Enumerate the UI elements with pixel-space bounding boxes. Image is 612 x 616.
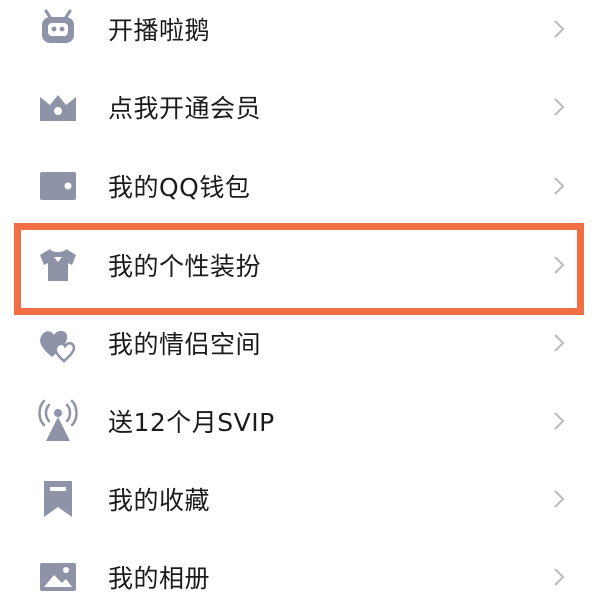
menu-item-label: 我的相册 [108,564,211,593]
chevron-right-icon [552,488,566,510]
double-heart-icon [36,321,80,365]
chevron-right-icon [552,332,566,354]
tshirt-icon [36,243,80,287]
chevron-right-icon [552,18,566,40]
bookmark-icon [36,477,80,521]
menu-item-photo-album[interactable]: 我的相册 [0,538,612,616]
chevron-right-icon [552,96,566,118]
chevron-right-icon [552,410,566,432]
menu-item-label: 开播啦鹅 [108,16,211,45]
menu-item-couple-space[interactable]: 我的情侣空间 [0,304,612,382]
menu-item-label: 我的QQ钱包 [108,173,251,202]
menu-item-qq-wallet[interactable]: 我的QQ钱包 [0,147,612,225]
chevron-right-icon [552,254,566,276]
crown-icon [36,85,80,129]
menu-item-label: 我的情侣空间 [108,330,262,359]
robot-face-icon [36,7,80,51]
wallet-icon [36,164,80,208]
photo-album-icon [36,555,80,599]
menu-item-label: 我的收藏 [108,486,211,515]
menu-item-favorites[interactable]: 我的收藏 [0,460,612,538]
broadcast-tower-icon [36,399,80,443]
menu-item-gift-svip[interactable]: 送12个月SVIP [0,382,612,460]
menu-item-live-stream[interactable]: 开播啦鹅 [0,0,612,68]
menu-item-label: 送12个月SVIP [108,408,275,437]
settings-menu: 开播啦鹅 点我开通会员 我的QQ钱包 我的个性装扮 我的情侣空间 送12个月SV… [0,0,612,605]
menu-item-open-vip[interactable]: 点我开通会员 [0,68,612,146]
menu-item-label: 我的个性装扮 [108,252,262,281]
menu-item-personal-theme[interactable]: 我的个性装扮 [0,226,612,304]
menu-item-label: 点我开通会员 [108,94,262,123]
chevron-right-icon [552,175,566,197]
chevron-right-icon [552,566,566,588]
